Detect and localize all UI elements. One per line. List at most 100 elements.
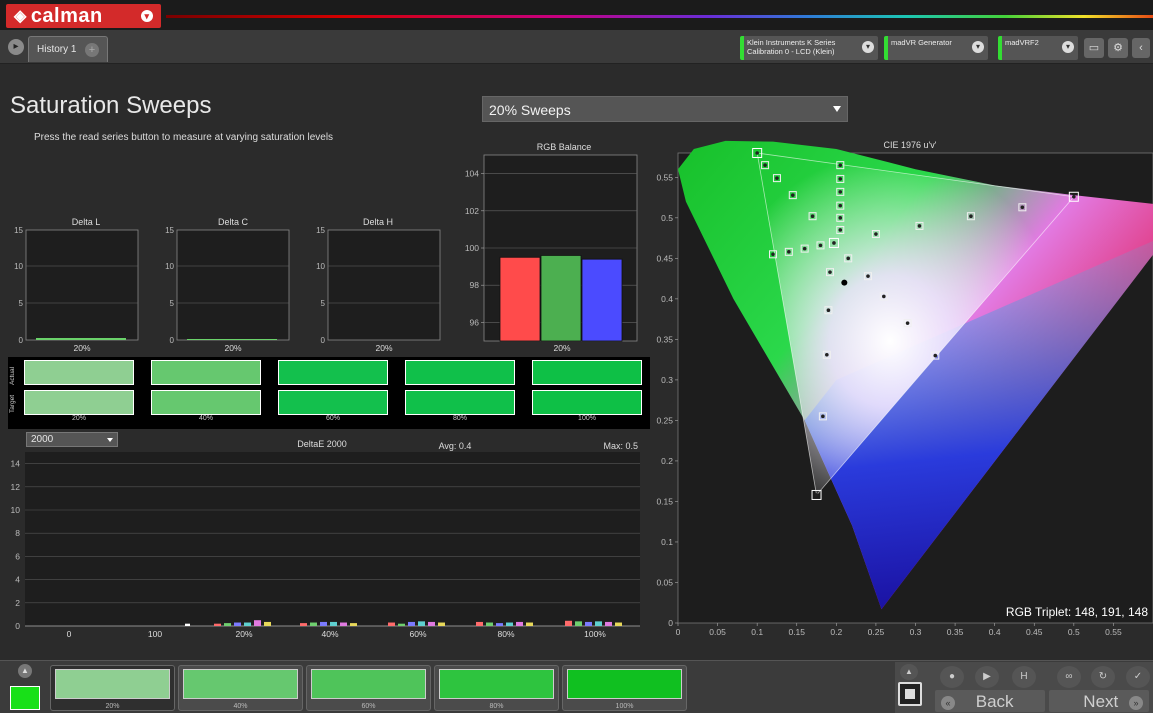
back-button[interactable]: « Back <box>935 690 1045 712</box>
swatch-actual-20[interactable] <box>24 360 134 385</box>
measured-point <box>933 353 938 358</box>
swatch-target-60[interactable] <box>278 390 388 415</box>
deltae-bar <box>615 622 622 626</box>
y-tick: 0 <box>19 336 24 345</box>
measured-point <box>917 224 922 228</box>
deltae-bar <box>605 621 612 626</box>
rgb-triplet-readout: RGB Triplet: 148, 191, 148 <box>1006 605 1148 619</box>
bottom-tile-60[interactable]: 60% <box>306 665 431 711</box>
tab-history-1[interactable]: History 1 + <box>28 36 108 62</box>
deltae-bar <box>428 621 435 626</box>
x-tick: 0.1 <box>751 627 763 637</box>
bottom-tile-100[interactable]: 100% <box>562 665 687 711</box>
y-tick: 12 <box>11 482 21 492</box>
x-tick: 0.45 <box>1026 627 1043 637</box>
y-tick: 0.3 <box>661 375 673 385</box>
swatch-actual-100[interactable] <box>532 360 642 385</box>
refresh-icon[interactable]: ↻ <box>1091 666 1115 688</box>
y-tick: 15 <box>165 226 174 235</box>
hold-icon[interactable]: H <box>1012 666 1036 688</box>
x-tick: 0 <box>676 627 681 637</box>
rainbow-divider <box>166 15 1153 18</box>
measured-point <box>802 246 807 251</box>
x-label: 20% <box>224 343 241 353</box>
deltae-bar <box>185 623 190 626</box>
check-icon[interactable]: ✓ <box>1126 666 1150 688</box>
workflow-nav-icon[interactable]: ▸ <box>8 39 24 55</box>
y-tick: 0.45 <box>656 253 673 263</box>
measured-point <box>771 252 775 257</box>
deltae-bar <box>388 622 395 626</box>
logo-menu-chevron-icon[interactable]: ▾ <box>141 10 153 22</box>
y-tick: 0.5 <box>661 213 673 223</box>
x-tick: 0.2 <box>830 627 842 637</box>
generator-device-selector[interactable]: madVR Generator ▾ <box>884 36 988 60</box>
play-icon[interactable]: ▶ <box>975 666 999 688</box>
continuous-read-icon[interactable]: ∞ <box>1057 666 1081 688</box>
calman-logo[interactable]: ◈ calman ▾ <box>6 4 161 28</box>
sweep-select[interactable]: 20% Sweeps <box>482 96 848 122</box>
delta-c-title: Delta C <box>218 217 249 227</box>
meter-device-selector[interactable]: Klein Instruments K Series Calibration 0… <box>740 36 878 60</box>
delta-l-chart: Delta L 15 10 5 0 20% <box>14 217 139 353</box>
swatch-actual-40[interactable] <box>151 360 261 385</box>
swatch-target-100[interactable] <box>532 390 642 415</box>
delta-h-chart: Delta H 15 10 5 0 20% <box>316 217 441 353</box>
swatch-actual-80[interactable] <box>405 360 515 385</box>
x-tick: 0.3 <box>910 627 922 637</box>
measured-point <box>787 250 791 254</box>
display-device-selector[interactable]: madVRF2 ▾ <box>998 36 1078 60</box>
bottom-tile-80[interactable]: 80% <box>434 665 559 711</box>
rgb-bar-g <box>540 255 582 342</box>
display-icon[interactable]: ▭ <box>1084 38 1104 58</box>
swatch-actual-60[interactable] <box>278 360 388 385</box>
measured-point <box>810 214 815 219</box>
record-icon[interactable]: ● <box>940 666 964 688</box>
y-tick: 0.55 <box>656 172 673 182</box>
rgb-balance-chart: RGB Balance 104 102 100 98 96 20% <box>465 142 638 353</box>
delta-c-bar <box>187 339 277 340</box>
swatch-target-80[interactable] <box>405 390 515 415</box>
bottom-tile-40[interactable]: 40% <box>178 665 303 711</box>
tile-swatch <box>311 669 426 699</box>
y-tick: 96 <box>470 317 480 327</box>
gear-icon[interactable]: ⚙ <box>1108 38 1128 58</box>
stop-button[interactable] <box>898 682 922 706</box>
measured-point <box>838 163 843 167</box>
x-label: 80% <box>497 629 514 639</box>
x-label: 20% <box>375 343 392 353</box>
back-label: Back <box>975 692 1014 711</box>
add-tab-icon[interactable]: + <box>85 43 99 57</box>
swatch-target-20[interactable] <box>24 390 134 415</box>
tile-label: 100% <box>615 703 634 710</box>
y-tick: 2 <box>15 598 20 608</box>
y-tick: 0.1 <box>661 537 673 547</box>
display-name: madVRF2 <box>1005 38 1039 47</box>
collapse-icon[interactable]: ‹ <box>1132 38 1150 58</box>
y-tick: 100 <box>465 243 479 253</box>
x-tick: 0.15 <box>788 627 805 637</box>
swatch-level-label: 100% <box>578 415 596 422</box>
calman-diamond-icon: ◈ <box>14 8 27 25</box>
delta-l-title: Delta L <box>72 217 101 227</box>
swatch-level-label: 20% <box>71 415 86 422</box>
delta-h-title: Delta H <box>363 217 393 227</box>
next-button[interactable]: Next » <box>1049 690 1149 712</box>
top-bar: ◈ calman ▾ <box>0 0 1153 30</box>
x-tick: 0.25 <box>868 627 885 637</box>
y-tick: 10 <box>11 505 21 515</box>
collapse-up-icon[interactable]: ▲ <box>900 664 918 680</box>
y-tick: 10 <box>165 262 174 271</box>
measured-point <box>790 193 795 197</box>
swatch-target-40[interactable] <box>151 390 261 415</box>
measured-point <box>755 151 759 155</box>
x-tick: 0.05 <box>709 627 726 637</box>
measured-point <box>838 228 843 232</box>
bottom-tile-20[interactable]: 20% <box>50 665 175 711</box>
measured-point <box>882 294 886 299</box>
expand-up-icon[interactable]: ▲ <box>18 664 32 678</box>
delta-c-plot <box>176 229 290 341</box>
measured-point <box>814 493 819 497</box>
measured-point <box>1020 205 1025 210</box>
y-tick: 15 <box>14 226 23 235</box>
